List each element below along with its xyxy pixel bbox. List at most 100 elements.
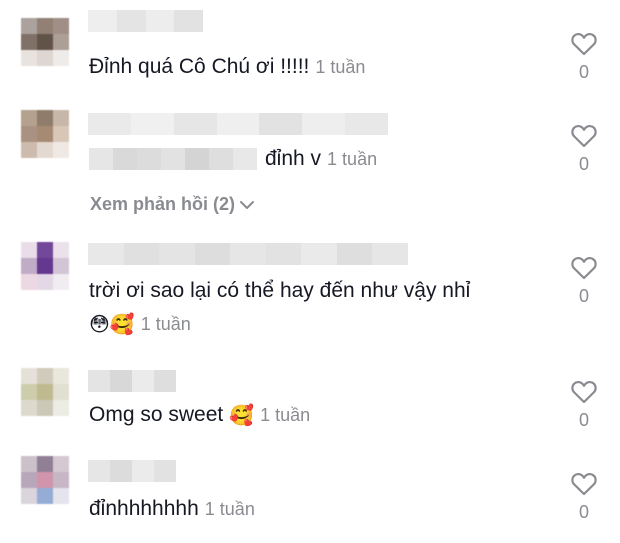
comment-time: 1 tuần <box>204 499 255 519</box>
username[interactable] <box>88 370 176 392</box>
avatar-pixel <box>53 258 69 274</box>
avatar-pixel <box>21 142 37 158</box>
avatar-pixel <box>37 126 53 142</box>
username-pixel <box>216 113 260 135</box>
heart-icon <box>571 380 597 404</box>
username-pixel <box>132 460 154 482</box>
username-pixel <box>173 113 217 135</box>
avatar[interactable] <box>21 456 69 504</box>
avatar-pixel <box>53 18 69 34</box>
avatar[interactable] <box>21 18 69 66</box>
avatar-pixel <box>53 384 69 400</box>
avatar-pixel <box>53 456 69 472</box>
chevron-down-icon <box>240 200 255 209</box>
like-button[interactable]: 0 <box>567 472 601 523</box>
view-replies-button[interactable]: Xem phản hồi (2) <box>90 194 255 215</box>
avatar-pixel <box>21 50 37 66</box>
avatar-pixel <box>37 456 53 472</box>
avatar-pixel <box>53 488 69 504</box>
avatar-pixel <box>21 384 37 400</box>
avatar-pixel <box>21 110 37 126</box>
avatar[interactable] <box>21 242 69 290</box>
mention-pixel <box>161 148 185 170</box>
comment-time: 1 tuần <box>327 149 378 169</box>
username-pixel <box>88 10 117 32</box>
username[interactable] <box>88 113 388 135</box>
heart-icon <box>571 32 597 56</box>
like-count: 0 <box>578 502 589 522</box>
username-pixel <box>174 10 203 32</box>
username[interactable] <box>88 460 176 482</box>
comment-text: đỉnh v <box>265 147 322 170</box>
username-pixel <box>110 460 132 482</box>
avatar-pixel <box>21 472 37 488</box>
username-pixel <box>88 370 110 392</box>
like-button[interactable]: 0 <box>567 380 601 431</box>
avatar-pixel <box>21 368 37 384</box>
avatar-pixel <box>21 34 37 50</box>
blurred-mention <box>89 148 257 170</box>
avatar-pixel <box>37 400 53 416</box>
emoji-flushed-smiling-hearts: 😳🥰 <box>89 312 135 336</box>
avatar-pixel <box>53 126 69 142</box>
username-pixel <box>88 243 124 265</box>
comment-time: 1 tuần <box>315 57 366 77</box>
avatar-pixel <box>53 472 69 488</box>
avatar-pixel <box>53 400 69 416</box>
heart-icon <box>571 124 597 148</box>
username[interactable] <box>88 243 408 265</box>
avatar-pixel <box>21 126 37 142</box>
emoji-smiling-hearts: 🥰 <box>229 403 255 427</box>
avatar-pixel <box>37 472 53 488</box>
username[interactable] <box>88 10 203 32</box>
mention-pixel <box>137 148 161 170</box>
mention-pixel <box>113 148 137 170</box>
username-pixel <box>345 113 388 135</box>
view-replies-label: Xem phản hồi (2) <box>90 194 236 214</box>
username-pixel <box>259 113 303 135</box>
like-button[interactable]: 0 <box>567 256 601 307</box>
username-pixel <box>159 243 195 265</box>
username-pixel <box>336 243 373 265</box>
username-pixel <box>154 460 176 482</box>
avatar-pixel <box>37 18 53 34</box>
like-count: 0 <box>578 410 589 430</box>
avatar-pixel <box>37 274 53 290</box>
username-pixel <box>230 243 266 265</box>
like-button[interactable]: 0 <box>567 124 601 175</box>
mention-pixel <box>89 148 113 170</box>
comment-body: đỉnhhhhhhh 1 tuần <box>89 496 255 522</box>
like-count: 0 <box>578 286 589 306</box>
comment-text: Đỉnh quá Cô Chú ơi !!!!! <box>89 55 310 78</box>
mention-pixel <box>209 148 233 170</box>
avatar[interactable] <box>21 368 69 416</box>
username-pixel <box>265 243 302 265</box>
heart-icon <box>571 256 597 280</box>
comment-meta: 😳🥰 1 tuần <box>89 311 191 337</box>
avatar-pixel <box>21 258 37 274</box>
avatar-pixel <box>21 400 37 416</box>
username-pixel <box>154 370 176 392</box>
avatar-pixel <box>53 110 69 126</box>
avatar-pixel <box>53 142 69 158</box>
username-pixel <box>116 10 146 32</box>
avatar-pixel <box>37 50 53 66</box>
username-pixel <box>88 113 131 135</box>
comment-text: Omg so sweet <box>89 403 224 426</box>
like-count: 0 <box>578 62 589 82</box>
avatar-pixel <box>37 368 53 384</box>
comment-time: 1 tuần <box>140 314 191 334</box>
username-pixel <box>145 10 175 32</box>
comment-body: đỉnh v 1 tuần <box>89 146 377 172</box>
avatar-pixel <box>21 242 37 258</box>
avatar-pixel <box>37 384 53 400</box>
avatar-pixel <box>53 50 69 66</box>
comment-text: trời ơi sao lại có thể hay đến như vậy n… <box>89 279 471 302</box>
comment-body: Omg so sweet 🥰 1 tuần <box>89 402 310 428</box>
avatar[interactable] <box>21 110 69 158</box>
username-pixel <box>302 113 346 135</box>
like-button[interactable]: 0 <box>567 32 601 83</box>
username-pixel <box>88 460 110 482</box>
heart-icon <box>571 472 597 496</box>
comment-text: đỉnhhhhhhh <box>89 497 199 520</box>
